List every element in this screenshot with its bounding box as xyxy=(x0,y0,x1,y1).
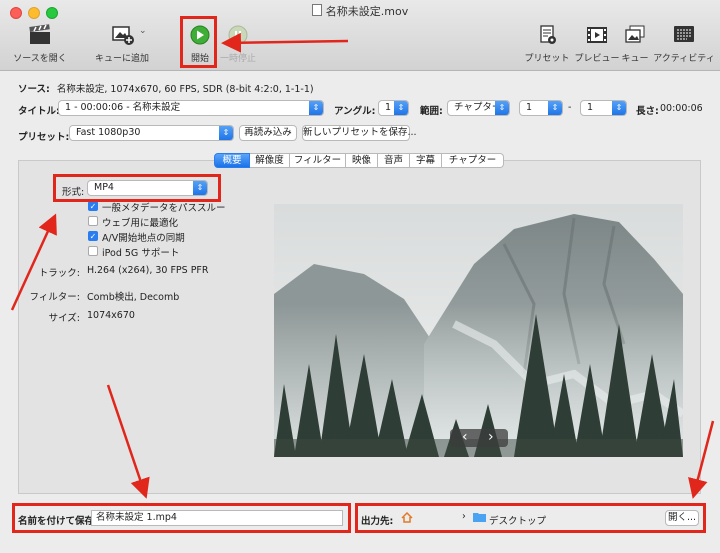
filter-label: フィルター: xyxy=(29,292,80,303)
range-type-select[interactable]: チャプター ⇕ xyxy=(447,100,510,116)
option-checkbox[interactable]: ✓ xyxy=(88,201,98,211)
title-label: タイトル: xyxy=(18,106,60,117)
add-to-queue-icon xyxy=(112,26,134,45)
preview-nav: ‹ › xyxy=(450,429,508,447)
save-new-preset-button[interactable]: 新しいプリセットを保存... xyxy=(302,125,417,141)
queue-button[interactable]: キュー xyxy=(620,24,650,64)
activity-button[interactable]: アクティビティ xyxy=(652,24,716,64)
size-label: サイズ: xyxy=(48,313,80,324)
option-label: ウェブ用に最適化 xyxy=(102,218,179,229)
checkmark-icon: ✓ xyxy=(89,202,97,211)
activity-icon xyxy=(674,26,694,42)
option-checkbox[interactable] xyxy=(88,246,98,256)
option-checkbox[interactable] xyxy=(88,216,98,226)
chevron-up-down-icon: ⇕ xyxy=(495,101,509,115)
tab-dimensions[interactable]: 解像度 xyxy=(250,153,290,168)
presets-icon xyxy=(540,25,556,44)
title-select[interactable]: 1 - 00:00:06 - 名称未設定 ⇕ xyxy=(58,100,324,116)
preview-image xyxy=(274,204,683,457)
chevron-left-icon[interactable]: ‹ xyxy=(462,429,468,446)
range-dash: - xyxy=(568,102,572,113)
queue-icon xyxy=(625,25,645,43)
chevron-up-down-icon: ⇕ xyxy=(309,101,323,115)
clapperboard-icon xyxy=(29,24,50,44)
save-as-highlight-box xyxy=(12,503,351,533)
preset-label: プリセット: xyxy=(18,132,70,143)
tab-chapters[interactable]: チャプター xyxy=(442,153,504,168)
track-value: H.264 (x264), 30 FPS PFR xyxy=(87,265,209,276)
chevron-right-icon[interactable]: › xyxy=(488,429,494,446)
option-label: iPod 5G サポート xyxy=(102,248,180,259)
film-strip-icon xyxy=(587,27,607,43)
range-start-select[interactable]: 1 ⇕ xyxy=(519,100,563,116)
source-info: ソース: 名称未設定, 1074x670, 60 FPS, SDR (8-bit… xyxy=(18,84,314,95)
tab-filters[interactable]: フィルター xyxy=(290,153,346,168)
start-highlight-box xyxy=(180,16,217,68)
reload-preset-button[interactable]: 再読み込み xyxy=(239,125,297,141)
option-label: A/V開始地点の同期 xyxy=(102,233,185,244)
pause-button[interactable]: 一時停止 xyxy=(220,24,256,64)
chevron-up-down-icon: ⇕ xyxy=(612,101,626,115)
angle-label: アングル: xyxy=(334,106,376,117)
chevron-up-down-icon: ⇕ xyxy=(548,101,562,115)
pause-icon xyxy=(228,25,248,45)
chevron-up-down-icon: ⇕ xyxy=(394,101,408,115)
window-title: 名称未設定.mov xyxy=(0,3,720,19)
track-label: トラック: xyxy=(38,268,80,279)
size-value: 1074x670 xyxy=(87,310,135,321)
tab-summary[interactable]: 概要 xyxy=(214,153,250,168)
angle-select[interactable]: 1 ⇕ xyxy=(378,100,409,116)
tab-audio[interactable]: 音声 xyxy=(378,153,410,168)
range-end-select[interactable]: 1 ⇕ xyxy=(580,100,627,116)
chevron-up-down-icon: ⇕ xyxy=(219,126,233,140)
tab-video[interactable]: 映像 xyxy=(346,153,378,168)
range-label: 範囲: xyxy=(420,106,443,117)
format-highlight-box xyxy=(53,174,221,202)
option-checkbox[interactable]: ✓ xyxy=(88,231,98,241)
chevron-down-icon[interactable]: ⌄ xyxy=(139,26,147,36)
length-value: 00:00:06 xyxy=(660,103,703,114)
preview-button[interactable]: プレビュー xyxy=(574,24,620,64)
option-label: 一般メタデータをパススルー xyxy=(102,203,226,214)
presets-button[interactable]: プリセット xyxy=(522,24,572,64)
destination-highlight-box xyxy=(355,503,706,533)
toolbar: 名称未設定.mov ソースを開く キューに追加 ⌄ 開始 一時停止 プリセット … xyxy=(0,0,720,71)
checkmark-icon: ✓ xyxy=(89,232,97,241)
filter-value: Comb検出, Decomb xyxy=(87,292,180,303)
open-source-button[interactable]: ソースを開く xyxy=(6,24,74,64)
document-icon xyxy=(311,4,322,16)
tab-subtitles[interactable]: 字幕 xyxy=(410,153,442,168)
preset-select[interactable]: Fast 1080p30 ⇕ xyxy=(69,125,234,141)
length-label: 長さ: xyxy=(636,106,659,117)
